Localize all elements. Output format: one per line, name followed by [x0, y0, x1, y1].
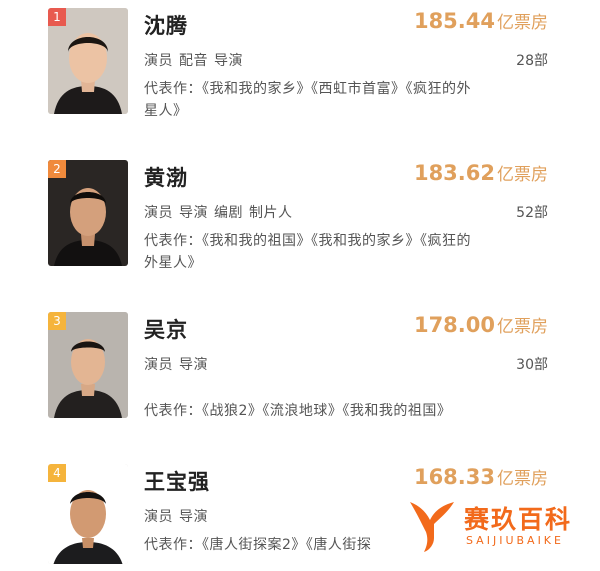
role-list: 演员 导演 编剧 制片人 — [144, 202, 299, 222]
box-office-unit: 亿票房 — [497, 469, 548, 489]
box-office-value: 185.44 — [413, 9, 495, 33]
ranking-entry-2[interactable]: 2 黄渤 183.62 亿票房 演员 导演 编剧 制片人 52部 代表作：《我和我的祖国… — [0, 160, 600, 272]
works-titles-continued: 星人》 — [144, 103, 188, 119]
works-titles: 《唐人街探案2》《唐人街探 — [202, 537, 372, 553]
representative-works: 代表作：《战狼2》《流浪地球》《我和我的祖国》 — [144, 400, 544, 422]
works-titles: 《我和我的祖国》《我和我的家乡》《疯狂的 — [202, 233, 471, 249]
box-office-unit: 亿票房 — [497, 165, 548, 185]
works-label: 代表作： — [144, 233, 202, 249]
role-tag: 导演 — [179, 205, 208, 221]
role-tag: 演员 — [144, 357, 173, 373]
rank-badge: 1 — [48, 8, 66, 26]
representative-works: 代表作：《我和我的祖国》《我和我的家乡》《疯狂的 外星人》 — [144, 230, 544, 274]
box-office: 185.44 亿票房 — [414, 8, 548, 33]
ranking-entry-1[interactable]: 1 沈腾 185.44 亿票房 演员 配音 导演 28部 代表作：《我和我的家乡》《西… — [0, 8, 600, 119]
role-tag: 配音 — [179, 53, 208, 69]
actor-photo: 4 — [48, 464, 128, 564]
box-office-value: 178.00 — [413, 313, 495, 337]
box-office-value: 168.33 — [413, 465, 495, 489]
actor-name: 王宝强 — [144, 470, 210, 494]
role-tag: 导演 — [214, 53, 243, 69]
film-count: 28部 — [516, 53, 548, 69]
watermark-title: 赛玖百科 — [464, 505, 573, 534]
actor-name: 黄渤 — [144, 166, 188, 190]
role-tag: 演员 — [144, 53, 173, 69]
role-list: 演员 配音 导演 — [144, 50, 249, 70]
box-office-value: 183.62 — [413, 161, 495, 185]
role-tag: 演员 — [144, 205, 173, 221]
site-watermark: 赛玖百科 SAIJIUBAIKE — [406, 498, 586, 562]
role-tag: 导演 — [179, 509, 208, 525]
role-list: 演员 导演 — [144, 506, 214, 526]
box-office: 168.33 亿票房 — [414, 464, 548, 489]
actor-photo: 2 — [48, 160, 128, 266]
works-label: 代表作： — [144, 403, 202, 419]
works-label: 代表作： — [144, 537, 202, 553]
watermark-subtitle: SAIJIUBAIKE — [466, 534, 564, 547]
film-count: 52部 — [516, 205, 548, 221]
ranking-entry-3[interactable]: 3 吴京 178.00 亿票房 演员 导演 30部 代表作：《战狼2》《流浪地球》《… — [0, 312, 600, 424]
role-list: 演员 导演 — [144, 354, 214, 374]
role-tag: 制片人 — [249, 205, 293, 221]
works-titles-continued: 外星人》 — [144, 255, 202, 271]
actor-name: 吴京 — [144, 318, 188, 342]
representative-works: 代表作：《我和我的家乡》《西虹市首富》《疯狂的外 星人》 — [144, 78, 544, 122]
role-tag: 导演 — [179, 357, 208, 373]
box-office-unit: 亿票房 — [497, 13, 548, 33]
box-office: 178.00 亿票房 — [414, 312, 548, 337]
role-tag: 演员 — [144, 509, 173, 525]
actor-photo: 1 — [48, 8, 128, 114]
works-label: 代表作： — [144, 81, 202, 97]
works-titles: 《战狼2》《流浪地球》《我和我的祖国》 — [202, 403, 452, 419]
film-count: 30部 — [516, 357, 548, 373]
box-office-unit: 亿票房 — [497, 317, 548, 337]
rank-badge: 3 — [48, 312, 66, 330]
works-titles: 《我和我的家乡》《西虹市首富》《疯狂的外 — [202, 81, 471, 97]
rank-badge: 4 — [48, 464, 66, 482]
role-tag: 编剧 — [214, 205, 243, 221]
actor-photo: 3 — [48, 312, 128, 418]
box-office: 183.62 亿票房 — [414, 160, 548, 185]
rank-badge: 2 — [48, 160, 66, 178]
actor-name: 沈腾 — [144, 14, 188, 38]
whale-tail-logo-icon — [410, 502, 454, 552]
